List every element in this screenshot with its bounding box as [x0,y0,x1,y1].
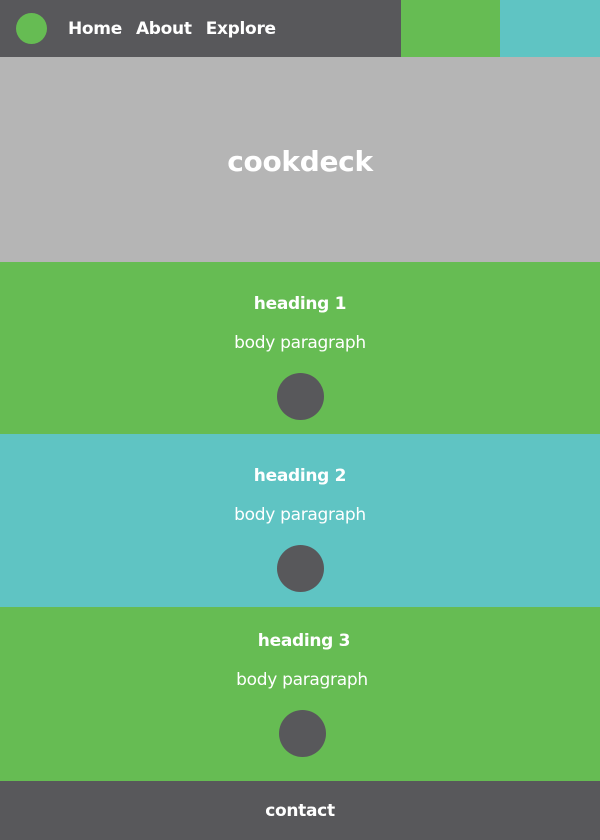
nav-links: Home About Explore [68,0,290,57]
nav-block-teal[interactable] [500,0,600,57]
content-section-3: heading 3 body paragraph [0,607,600,781]
circle-button-icon[interactable] [277,545,324,592]
footer: contact [0,781,600,840]
section-heading: heading 1 [253,294,347,314]
footer-contact-link[interactable]: contact [265,801,335,821]
content-section-1: heading 1 body paragraph [0,262,600,435]
circle-button-icon[interactable] [277,373,324,420]
nav-link-about[interactable]: About [136,19,192,39]
section-heading: heading 3 [257,631,351,651]
hero-banner: cookdeck [0,57,600,262]
logo-circle-icon[interactable] [16,13,47,44]
nav-link-home[interactable]: Home [68,19,122,39]
content-section-2: heading 2 body paragraph [0,434,600,607]
nav-block-green[interactable] [401,0,500,57]
hero-title: cookdeck [227,144,373,178]
section-body: body paragraph [236,670,368,690]
section-heading: heading 2 [253,466,347,486]
section-body: body paragraph [234,505,366,525]
nav-link-explore[interactable]: Explore [206,19,276,39]
section-body: body paragraph [234,333,366,353]
navbar: Home About Explore [0,0,600,57]
circle-button-icon[interactable] [279,710,326,757]
